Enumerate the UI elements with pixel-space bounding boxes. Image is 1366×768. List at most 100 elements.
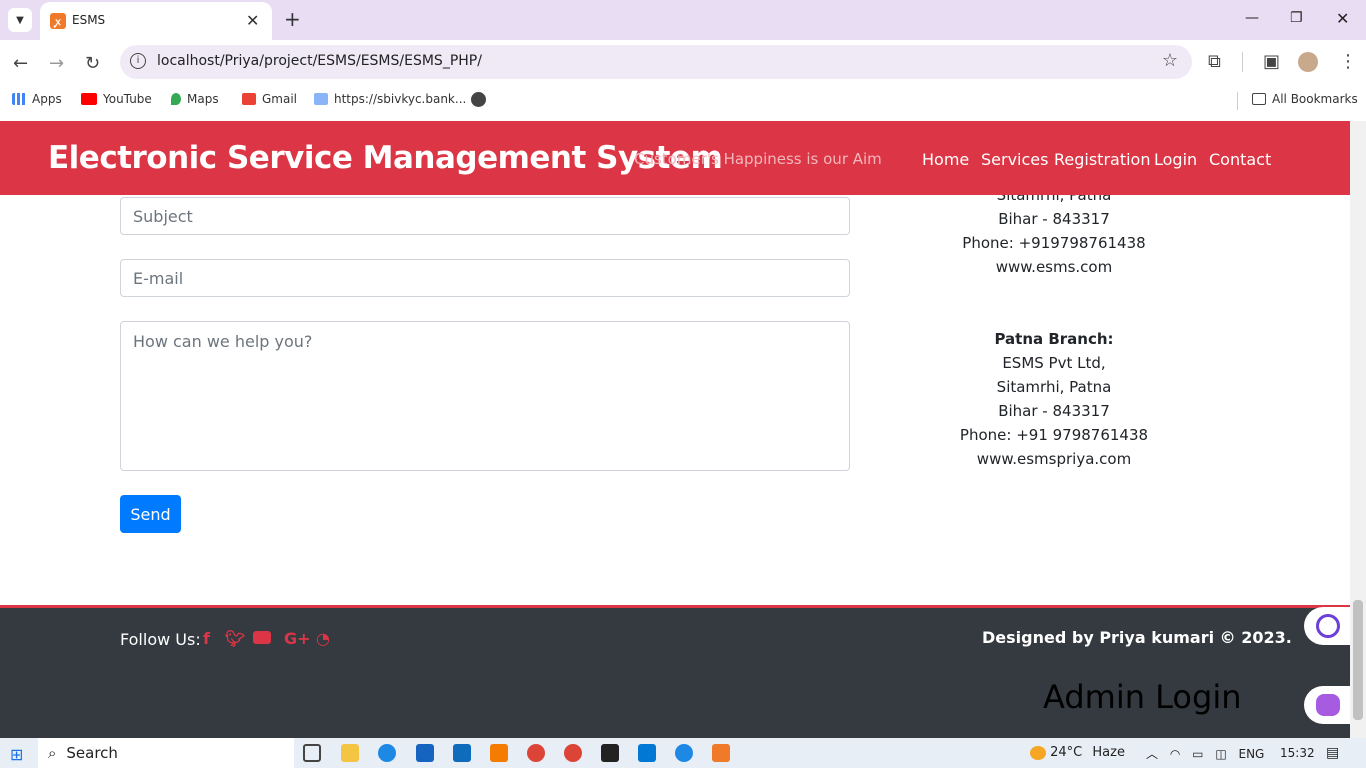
xampp-icon[interactable] xyxy=(712,744,730,762)
notifications-icon[interactable]: ▤ xyxy=(1326,745,1339,761)
menu-kebab-icon[interactable]: ⋮ xyxy=(1339,51,1357,72)
scrollbar-thumb[interactable] xyxy=(1353,600,1363,720)
browser-toolbar: ← → ↻ i localhost/Priya/project/ESMS/ESM… xyxy=(0,40,1366,86)
nav-home[interactable]: Home xyxy=(922,150,969,169)
weather-widget[interactable]: 24°C Haze xyxy=(1030,745,1125,760)
message-field[interactable] xyxy=(120,321,850,471)
back-icon[interactable]: ← xyxy=(13,53,28,74)
nav-registration[interactable]: Registration xyxy=(1054,150,1150,169)
address-bar[interactable]: i localhost/Priya/project/ESMS/ESMS/ESMS… xyxy=(120,45,1192,79)
mail-icon[interactable] xyxy=(453,744,471,762)
bookmarks-divider xyxy=(1237,92,1238,110)
address-line: Bihar - 843317 xyxy=(998,210,1110,228)
camera-icon[interactable]: ◫ xyxy=(1215,747,1226,761)
url-text[interactable]: localhost/Priya/project/ESMS/ESMS/ESMS_P… xyxy=(157,53,482,69)
admin-login-link[interactable]: Admin Login xyxy=(1043,678,1241,716)
profile-avatar[interactable] xyxy=(1298,52,1318,72)
tab-title: ESMS xyxy=(72,13,106,27)
nav-contact[interactable]: Contact xyxy=(1209,150,1271,169)
nav-login[interactable]: Login xyxy=(1154,150,1197,169)
send-button[interactable]: Send xyxy=(120,495,181,533)
weather-temp: 24°C xyxy=(1050,745,1083,760)
side-panel-icon[interactable]: ▣ xyxy=(1263,51,1280,72)
apps-grid-icon xyxy=(12,93,26,105)
reload-icon[interactable]: ↻ xyxy=(85,53,100,74)
subject-field[interactable] xyxy=(120,197,850,235)
bookmark-label: Maps xyxy=(187,92,219,106)
wifi-icon[interactable]: ◠ xyxy=(1170,747,1180,761)
brain-icon xyxy=(1316,694,1340,716)
address-line: Sitamrhi, Patna xyxy=(996,378,1112,396)
designed-by-text: Designed by Priya kumari © 2023. xyxy=(982,628,1292,647)
ai-brain-button[interactable] xyxy=(1304,686,1354,724)
assistant-face-icon xyxy=(1316,614,1340,638)
facebook-icon[interactable]: f xyxy=(203,629,210,648)
gmail-icon xyxy=(242,93,256,105)
search-icon: ⌕ xyxy=(48,744,57,762)
bookmark-label: Gmail xyxy=(262,92,298,106)
restore-icon[interactable]: ❐ xyxy=(1290,10,1303,26)
close-window-icon[interactable]: ✕ xyxy=(1336,9,1349,28)
folder-icon xyxy=(1252,93,1266,105)
subject-input[interactable] xyxy=(121,198,849,234)
email-input[interactable] xyxy=(121,260,849,296)
windows-start-icon[interactable]: ⊞ xyxy=(10,745,23,764)
bookmark-youtube[interactable]: YouTube xyxy=(81,92,152,106)
minimize-icon[interactable]: — xyxy=(1245,10,1259,26)
branch-heading: Patna Branch: xyxy=(994,330,1114,348)
nav-services[interactable]: Services xyxy=(981,150,1048,169)
browser-tab[interactable]: ꭙ ESMS ✕ xyxy=(40,2,272,40)
message-textarea[interactable] xyxy=(121,322,849,470)
email-field[interactable] xyxy=(120,259,850,297)
youtube-icon[interactable] xyxy=(253,631,271,644)
chrome-icon[interactable] xyxy=(527,744,545,762)
bookmark-apps[interactable]: Apps xyxy=(12,92,62,106)
bookmarks-bar: Apps YouTube Maps Gmail https://sbivkyc.… xyxy=(0,86,1366,114)
address-phone: Phone: +919798761438 xyxy=(962,234,1146,252)
twitter-icon[interactable]: 🐦︎ xyxy=(225,629,245,648)
globe-icon[interactable] xyxy=(471,92,486,107)
address-main: Sitamrhi, Patna Bihar - 843317 Phone: +9… xyxy=(950,183,1158,279)
taskbar-clock[interactable]: 15:32 xyxy=(1280,746,1315,760)
bookmark-label: YouTube xyxy=(103,92,152,106)
bookmark-gmail[interactable]: Gmail xyxy=(242,92,297,106)
vscode-icon[interactable] xyxy=(638,744,656,762)
tab-search-button[interactable]: ▼ xyxy=(8,8,32,32)
task-view-icon[interactable] xyxy=(303,744,321,762)
bookmark-sbi[interactable]: https://sbivkyc.bank... xyxy=(314,92,466,106)
new-tab-button[interactable]: + xyxy=(284,9,301,29)
chevron-up-icon[interactable]: ︿ xyxy=(1146,747,1158,761)
google-plus-icon[interactable]: G+ xyxy=(284,629,311,648)
file-explorer-icon[interactable] xyxy=(341,744,359,762)
taskbar-search[interactable]: ⌕ Search xyxy=(38,738,294,768)
store-icon[interactable] xyxy=(416,744,434,762)
browser-tab-strip: ▼ ꭙ ESMS ✕ + — ❐ ✕ xyxy=(0,0,1366,40)
site-brand[interactable]: Electronic Service Management System xyxy=(48,140,723,176)
edge-icon[interactable] xyxy=(378,744,396,762)
address-website: www.esmspriya.com xyxy=(976,450,1132,468)
extensions-icon[interactable]: ⧉ xyxy=(1208,51,1221,72)
forward-icon[interactable]: → xyxy=(49,53,64,74)
address-patna-branch: Patna Branch: ESMS Pvt Ltd, Sitamrhi, Pa… xyxy=(950,327,1158,471)
bookmark-label: Apps xyxy=(32,92,62,106)
site-header: Electronic Service Management System Cus… xyxy=(0,121,1350,195)
terminal-icon[interactable] xyxy=(601,744,619,762)
youtube-icon xyxy=(81,93,97,105)
bookmark-star-icon[interactable]: ☆ xyxy=(1162,50,1178,71)
rss-icon[interactable]: ◔ xyxy=(316,629,330,648)
site-footer: Follow Us: f 🐦︎ G+ ◔ Designed by Priya k… xyxy=(0,605,1350,738)
info-icon[interactable]: i xyxy=(130,53,146,69)
address-line: Bihar - 843317 xyxy=(998,402,1110,420)
battery-icon[interactable]: ▭ xyxy=(1192,747,1203,761)
language-indicator[interactable]: ENG xyxy=(1239,747,1265,761)
address-line: ESMS Pvt Ltd, xyxy=(1002,354,1106,372)
close-icon[interactable]: ✕ xyxy=(246,11,259,30)
chrome-icon[interactable] xyxy=(564,744,582,762)
chat-assistant-button[interactable] xyxy=(1304,607,1354,645)
weather-text: Haze xyxy=(1092,745,1125,760)
maps-pin-icon xyxy=(171,93,181,105)
bookmark-all[interactable]: All Bookmarks xyxy=(1252,92,1358,106)
vlc-icon[interactable] xyxy=(490,744,508,762)
bookmark-maps[interactable]: Maps xyxy=(171,92,219,106)
edge-icon[interactable] xyxy=(675,744,693,762)
